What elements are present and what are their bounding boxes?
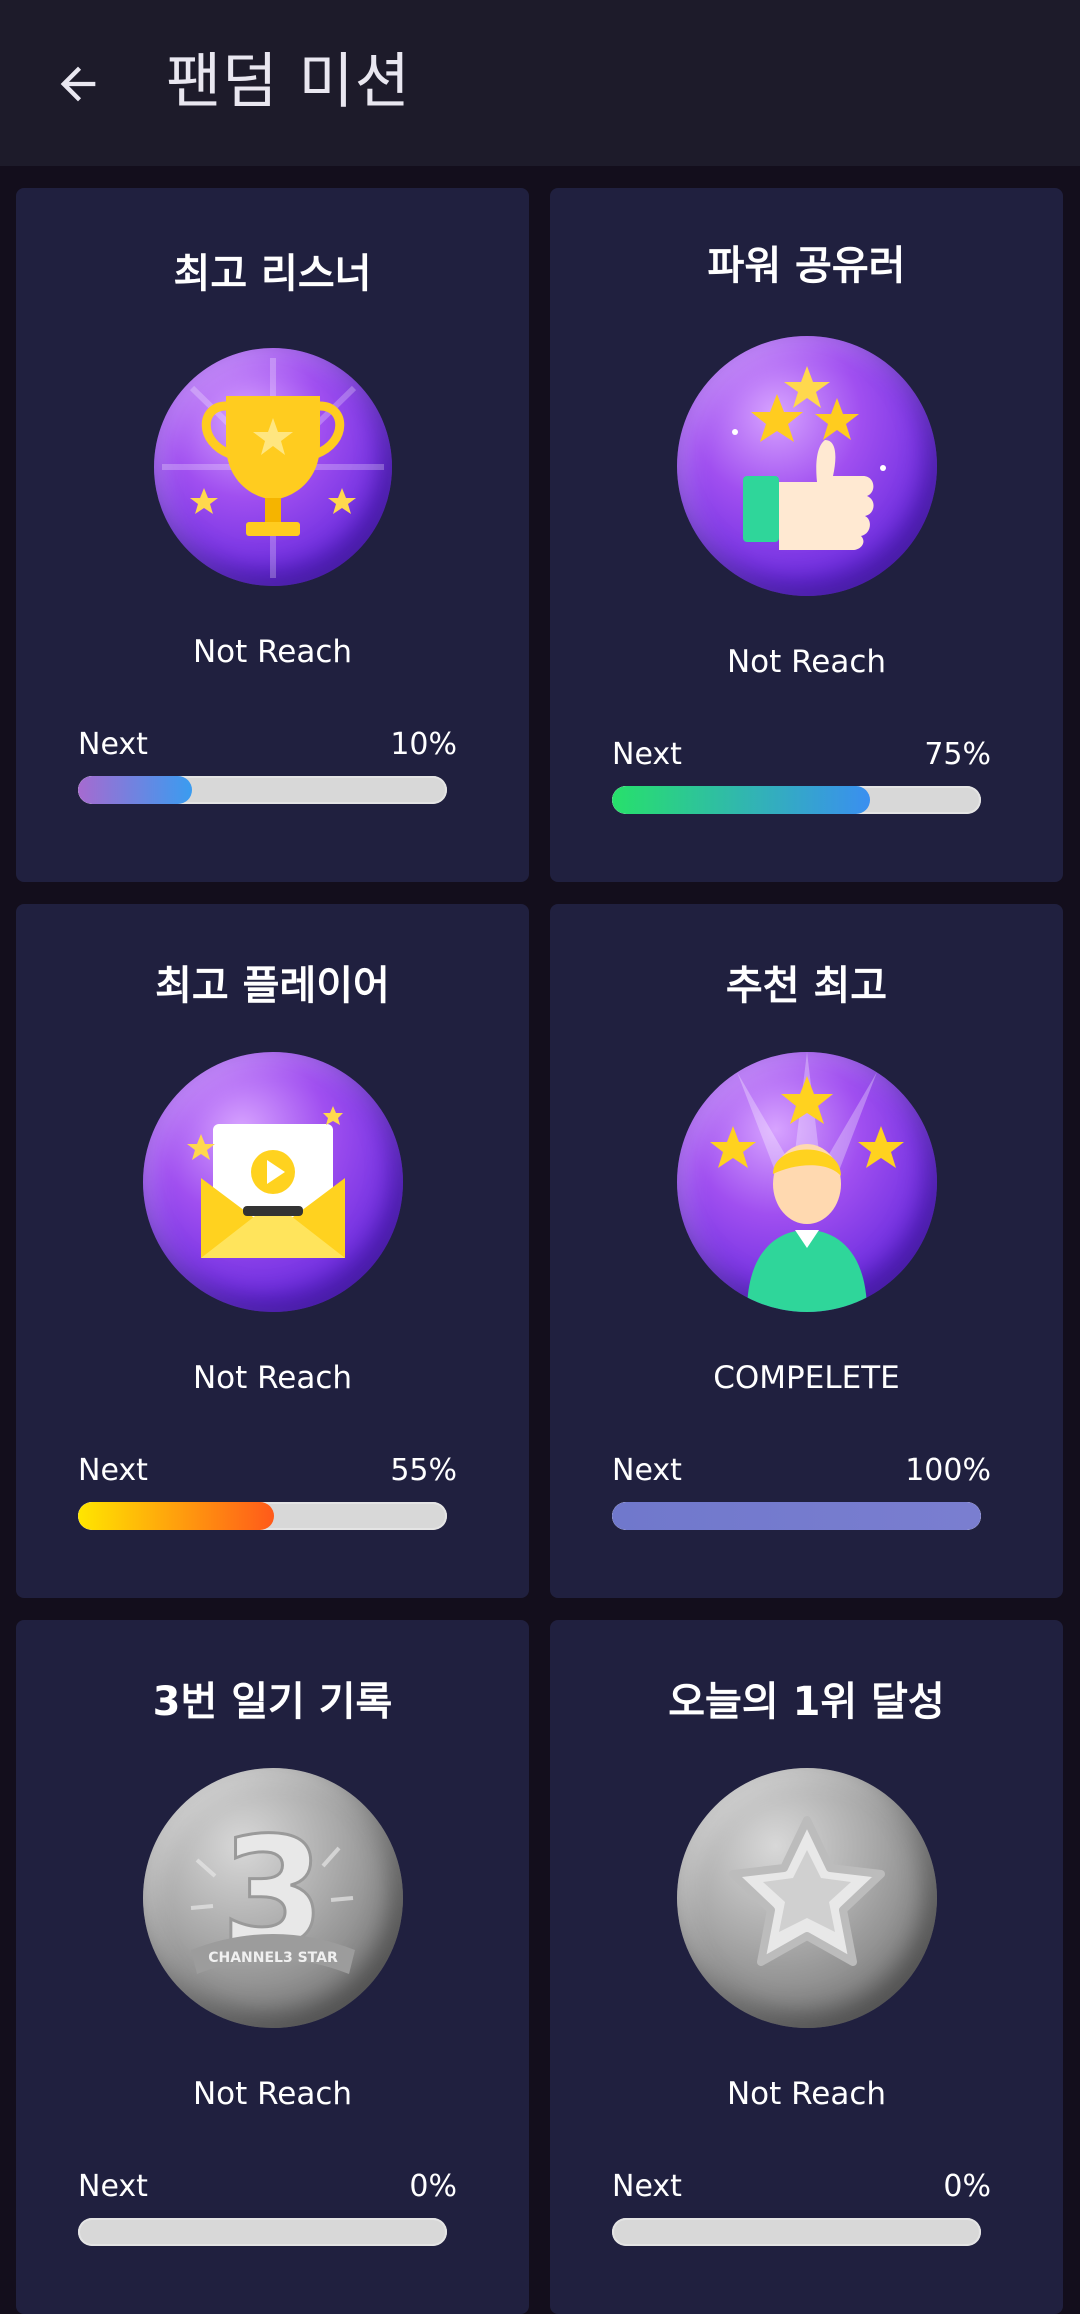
mission-card-top-recommendation[interactable]: 추천 최고 COMPELETE Next 100% — [550, 904, 1063, 1598]
progress-percent: 100% — [905, 1453, 991, 1488]
mission-title: 오늘의 1위 달성 — [668, 1679, 945, 1725]
progress-bar — [78, 776, 447, 804]
progress-percent: 75% — [924, 737, 991, 772]
mission-status: Not Reach — [726, 644, 887, 680]
progress-percent: 55% — [390, 1453, 457, 1488]
person-stars-icon — [676, 1052, 937, 1312]
next-label: Next — [78, 727, 148, 762]
mission-title: 파워 공유러 — [707, 243, 906, 289]
back-button[interactable] — [44, 50, 112, 118]
progress-percent: 0% — [943, 2169, 991, 2204]
mission-title: 3번 일기 기록 — [152, 1679, 393, 1725]
mission-title: 최고 플레이어 — [155, 963, 390, 1009]
video-mail-icon — [142, 1052, 403, 1312]
mission-status: Not Reach — [726, 2076, 887, 2112]
progress-bar — [78, 2218, 447, 2246]
progress-fill — [78, 776, 193, 804]
progress-bar — [612, 2218, 981, 2246]
next-label: Next — [78, 2169, 148, 2204]
badge-text: CHANNEL3 STAR — [208, 1950, 338, 1966]
star-icon — [676, 1768, 937, 2028]
mission-status: Not Reach — [192, 634, 353, 670]
next-label: Next — [612, 1453, 682, 1488]
progress-percent: 10% — [390, 727, 457, 762]
progress-bar — [78, 1502, 447, 1530]
page-title: 팬덤 미션 — [166, 47, 411, 117]
mission-card-diary-three[interactable]: 3번 일기 기록 3 CHANNEL3 STAR Not Reach Next … — [16, 1620, 529, 2314]
number-three-badge-icon: 3 CHANNEL3 STAR — [142, 1768, 403, 2028]
progress-percent: 0% — [409, 2169, 457, 2204]
mission-card-top-listener[interactable]: 최고 리스너 Not Reach Next 10% — [16, 188, 529, 882]
mission-title: 최고 리스너 — [173, 251, 372, 297]
mission-card-power-sharer[interactable]: 파워 공유러 Not Reach Next 75% — [550, 188, 1063, 882]
next-label: Next — [612, 2169, 682, 2204]
arrow-left-icon — [60, 66, 96, 102]
progress-fill — [612, 1502, 981, 1530]
progress-bar — [612, 1502, 981, 1530]
mission-grid: 최고 리스너 Not Reach Next 10% 파워 공유러 Not Rea… — [16, 188, 1064, 2314]
mission-status: Not Reach — [192, 2076, 353, 2112]
trophy-icon — [153, 348, 392, 586]
thumbs-up-stars-icon — [676, 336, 937, 596]
progress-fill — [78, 1502, 274, 1530]
mission-status: COMPELETE — [713, 1360, 900, 1396]
mission-card-top-player[interactable]: 최고 플레이어 Not Reach Next 55% — [16, 904, 529, 1598]
next-label: Next — [612, 737, 682, 772]
next-label: Next — [78, 1453, 148, 1488]
mission-status: Not Reach — [192, 1360, 353, 1396]
progress-fill — [612, 786, 871, 814]
progress-bar — [612, 786, 981, 814]
mission-card-daily-first-place[interactable]: 오늘의 1위 달성 Not Reach Next 0% — [550, 1620, 1063, 2314]
mission-title: 추천 최고 — [725, 963, 888, 1009]
app-bar: 팬덤 미션 — [0, 0, 1080, 166]
